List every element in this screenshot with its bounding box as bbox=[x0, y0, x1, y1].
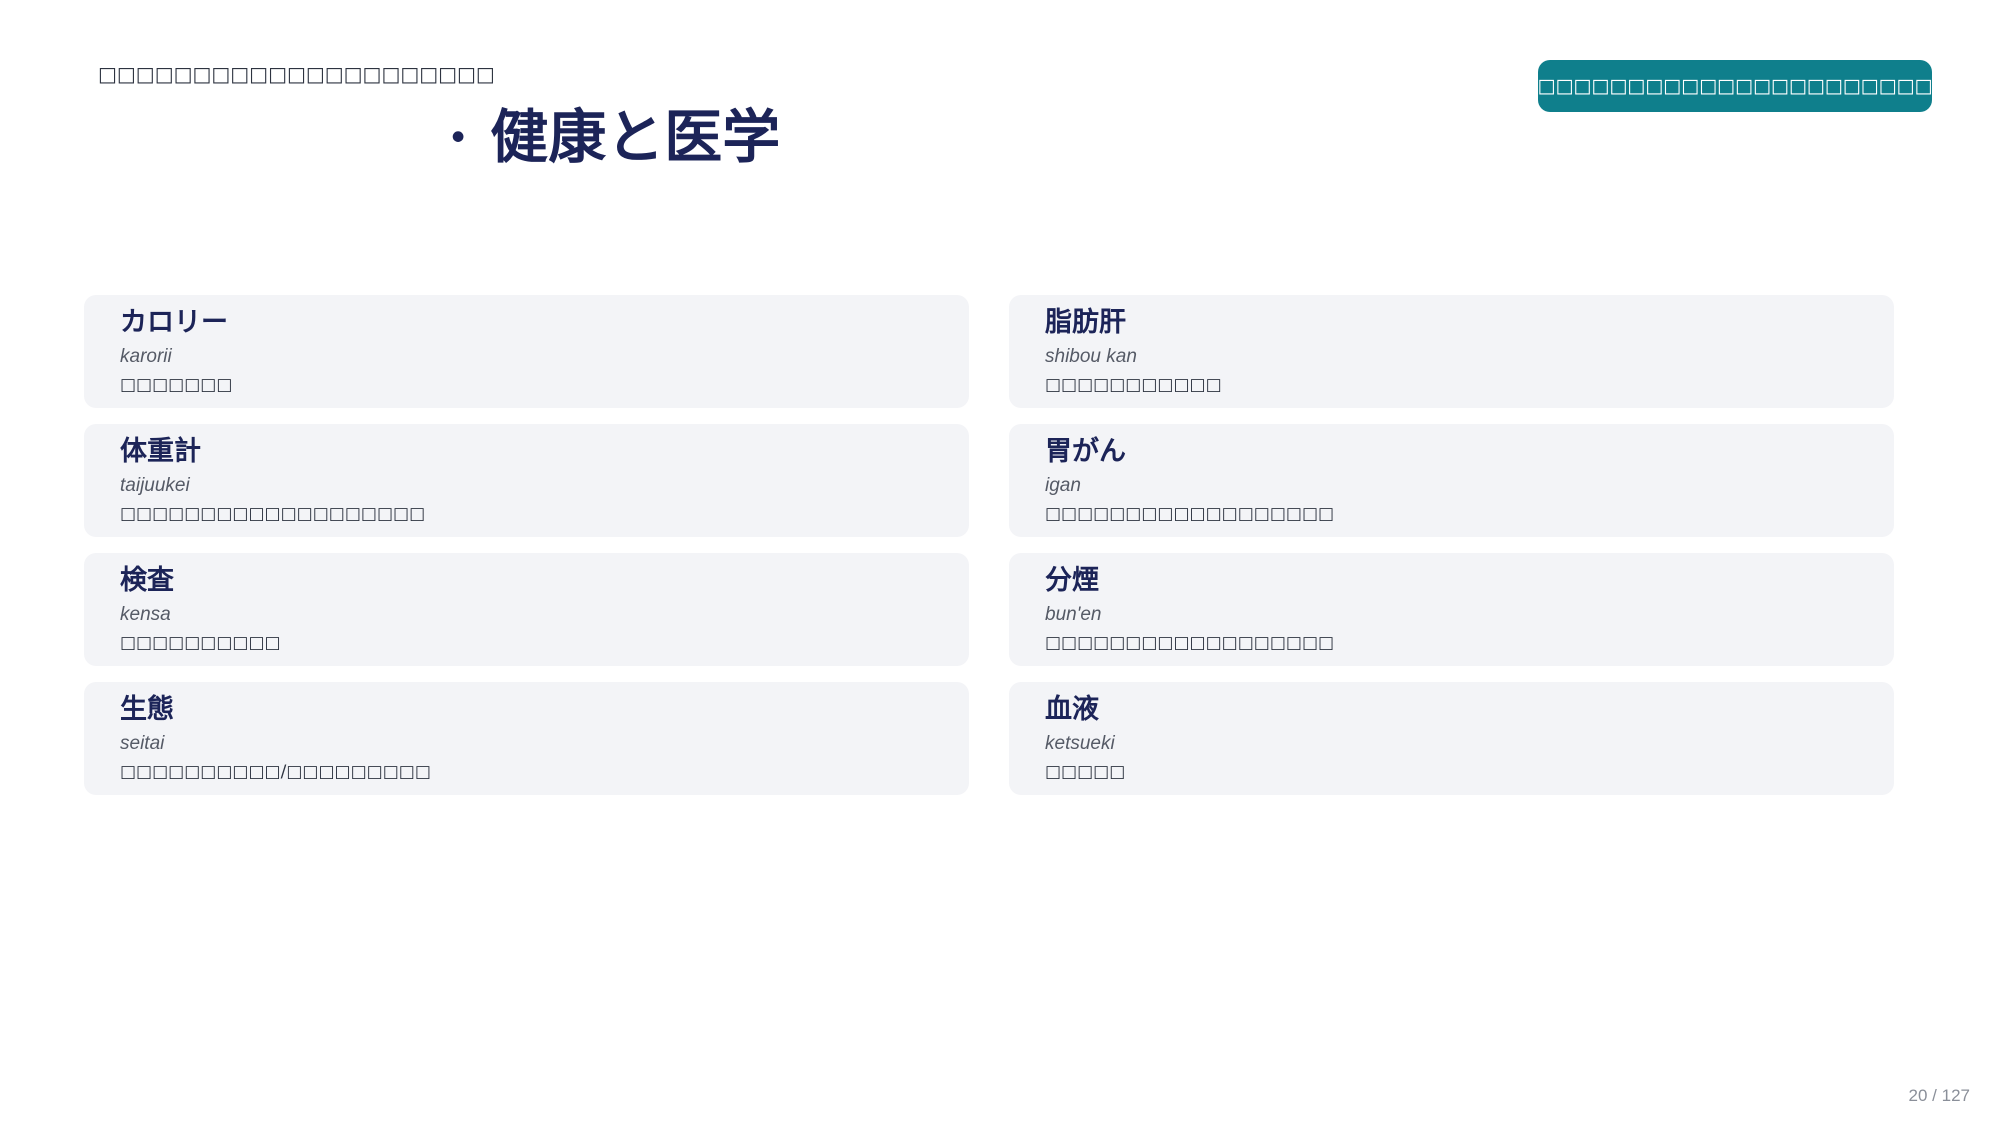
top-left-text: □□□□□□□□□□□□□□□□□□□□□ bbox=[98, 62, 495, 86]
page-counter: 20 / 127 bbox=[1908, 1086, 1970, 1105]
vocab-meaning: □□□□□□□□□□□ bbox=[1045, 375, 1222, 395]
vocab-meaning: □□□□□□□□□□□□□□□□□□ bbox=[1045, 504, 1335, 524]
vocab-term: 体重計 bbox=[120, 436, 201, 467]
vocab-romaji: ketsueki bbox=[1045, 733, 1115, 754]
vocab-card: 体重計 taijuukei □□□□□□□□□□□□□□□□□□□ bbox=[84, 424, 969, 537]
vocab-card: 生態 seitai □□□□□□□□□□/□□□□□□□□□ bbox=[84, 682, 969, 795]
vocab-term: 生態 bbox=[120, 694, 174, 725]
top-action-button[interactable]: □□□□□□□□□□□□□□□□□□□□□□□□□□□□□□ bbox=[1466, 60, 2000, 112]
vocab-romaji: shibou kan bbox=[1045, 346, 1137, 367]
title-bullet: · bbox=[448, 103, 469, 171]
vocab-card: 血液 ketsueki □□□□□ bbox=[1009, 682, 1894, 795]
vocab-meaning: □□□□□□□□□□□□□□□□□□ bbox=[1045, 633, 1335, 653]
vocab-romaji: seitai bbox=[120, 733, 165, 754]
vocab-romaji: kensa bbox=[120, 604, 171, 625]
vocab-card: 胃がん igan □□□□□□□□□□□□□□□□□□ bbox=[1009, 424, 1894, 537]
vocab-card: カロリー karorii □□□□□□□ bbox=[84, 295, 969, 408]
vocab-term: カロリー bbox=[120, 307, 228, 338]
vocab-term: 胃がん bbox=[1045, 436, 1126, 467]
vocab-romaji: igan bbox=[1045, 475, 1081, 496]
vocab-meaning: □□□□□□□ bbox=[120, 375, 233, 395]
vocab-romaji: taijuukei bbox=[120, 475, 190, 496]
vocab-card: 分煙 bun'en □□□□□□□□□□□□□□□□□□ bbox=[1009, 553, 1894, 666]
vocab-meaning: □□□□□□□□□□/□□□□□□□□□ bbox=[120, 762, 431, 782]
vocab-card: 脂肪肝 shibou kan □□□□□□□□□□□ bbox=[1009, 295, 1894, 408]
page-title: · 健康と医学 bbox=[448, 98, 780, 176]
vocab-term: 脂肪肝 bbox=[1045, 307, 1126, 338]
vocab-romaji: karorii bbox=[120, 346, 172, 367]
vocab-card: 検査 kensa □□□□□□□□□□ bbox=[84, 553, 969, 666]
vocab-meaning: □□□□□□□□□□□□□□□□□□□ bbox=[120, 504, 426, 524]
vocab-term: 血液 bbox=[1045, 694, 1099, 725]
vocab-romaji: bun'en bbox=[1045, 604, 1102, 625]
title-text: 健康と医学 bbox=[490, 103, 781, 171]
vocab-meaning: □□□□□□□□□□ bbox=[120, 633, 281, 653]
vocabulary-grid: カロリー karorii □□□□□□□ 脂肪肝 shibou kan □□□□… bbox=[84, 295, 1894, 795]
vocab-meaning: □□□□□ bbox=[1045, 762, 1126, 782]
vocab-term: 検査 bbox=[120, 565, 174, 596]
vocab-term: 分煙 bbox=[1045, 565, 1099, 596]
